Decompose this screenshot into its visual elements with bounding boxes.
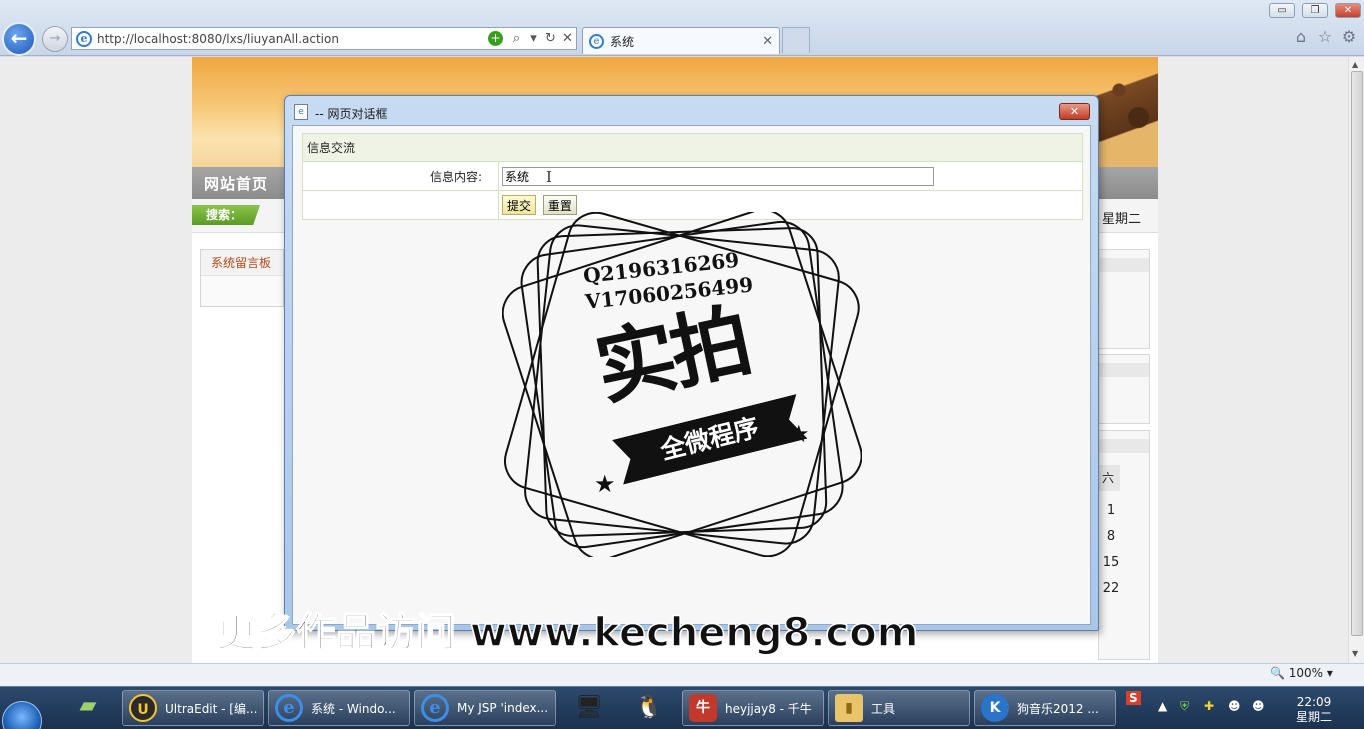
taskbar-item-label: My JSP 'index... bbox=[457, 701, 549, 715]
qianniu-icon: 牛 bbox=[689, 694, 717, 722]
message-form: 信息交流 信息内容: 提交 重置 bbox=[302, 133, 1083, 220]
add-icon[interactable]: + bbox=[488, 31, 503, 46]
caption-watermark: 更多作品访问 www.kecheng8.com bbox=[215, 609, 919, 657]
dialog-title: -- 网页对话框 bbox=[315, 107, 388, 121]
qq-icon[interactable]: 🐧 bbox=[632, 693, 666, 723]
text-cursor-icon: I bbox=[546, 168, 552, 186]
remote-desktop-icon[interactable]: 🖥 bbox=[572, 693, 606, 723]
content-row: 信息内容: bbox=[302, 161, 1083, 191]
clock-time: 22:09 bbox=[1296, 695, 1332, 709]
search-label: 搜索： bbox=[192, 205, 260, 225]
calendar-date[interactable]: 22 bbox=[1096, 581, 1126, 596]
ie-tab-icon: e bbox=[589, 33, 604, 49]
scroll-up-icon[interactable]: ▲ bbox=[1352, 60, 1358, 69]
dialog-close-button[interactable]: ✕ bbox=[1059, 103, 1090, 120]
taskbar-item-label: UltraEdit - [编... bbox=[165, 701, 258, 716]
close-tab-icon[interactable]: ✕ bbox=[762, 34, 773, 49]
gear-icon[interactable]: ⚙ bbox=[1340, 28, 1358, 46]
qq-tray-icon[interactable]: ☻ bbox=[1228, 699, 1241, 713]
home-icon[interactable]: ⌂ bbox=[1292, 28, 1310, 46]
taskbar-item-label: heyjjay8 - 千牛 bbox=[725, 701, 812, 716]
url-text[interactable]: http://localhost:8080/lxs/liuyanAll.acti… bbox=[97, 32, 488, 46]
address-bar[interactable]: e http://localhost:8080/lxs/liuyanAll.ac… bbox=[71, 27, 577, 50]
ie-page-icon: e bbox=[76, 30, 92, 47]
weekday-text: 星期二 bbox=[1102, 212, 1142, 227]
calendar-date[interactable]: 15 bbox=[1096, 555, 1126, 570]
sogou-ime-icon[interactable]: S bbox=[1126, 691, 1141, 705]
vertical-scrollbar[interactable]: ▲ ▼ bbox=[1348, 57, 1364, 663]
arrow-left-icon: ← bbox=[10, 26, 28, 50]
button-row-spacer bbox=[302, 190, 499, 220]
dialog-page-icon: e bbox=[294, 104, 308, 120]
ie-icon: e bbox=[275, 694, 303, 722]
stop-icon[interactable]: ✕ bbox=[559, 31, 576, 46]
scroll-down-icon[interactable]: ▼ bbox=[1352, 649, 1358, 658]
clock[interactable]: 22:09 星期二 bbox=[1296, 695, 1332, 725]
favorites-star-icon[interactable]: ☆ bbox=[1316, 28, 1334, 46]
form-header: 信息交流 bbox=[302, 133, 1083, 162]
taskbar: ▰ U UltraEdit - [编... e 系统 - Windo... e … bbox=[0, 686, 1364, 729]
nav-home-link[interactable]: 网站首页 bbox=[204, 173, 268, 194]
tab-title: 系统 bbox=[610, 34, 635, 49]
window-maximize-button[interactable]: ❐ bbox=[1302, 3, 1328, 18]
arrow-right-icon: → bbox=[49, 31, 61, 46]
right-panel-1 bbox=[1098, 249, 1150, 349]
show-hidden-icons-icon[interactable]: ▲ bbox=[1158, 699, 1167, 713]
forward-button[interactable]: → bbox=[42, 26, 68, 52]
calendar-date[interactable]: 1 bbox=[1096, 503, 1126, 518]
show-desktop-icon[interactable]: ▰ bbox=[70, 693, 106, 723]
watermark-stamp: Q2196316269 V17060256499 实拍 全微程序 ★ ★ bbox=[502, 212, 862, 557]
taskbar-item-label: 狗音乐2012 ... bbox=[1017, 701, 1099, 716]
taskbar-item-label: 工具 bbox=[871, 701, 896, 716]
clock-day: 星期二 bbox=[1296, 710, 1333, 724]
ultraedit-icon: U bbox=[129, 694, 157, 722]
content-label: 信息内容: bbox=[302, 161, 499, 191]
taskbar-item-kugou[interactable]: K 狗音乐2012 ... bbox=[974, 690, 1116, 726]
message-board-title[interactable]: 系统留言板 bbox=[201, 250, 283, 276]
taskbar-item-ultraedit[interactable]: U UltraEdit - [编... bbox=[122, 690, 264, 726]
kugou-icon: K bbox=[981, 694, 1009, 722]
taskbar-item-folder[interactable]: ▮ 工具 bbox=[828, 690, 970, 726]
browser-chrome: ▭ ❐ ✕ ← → e http://localhost:8080/lxs/li… bbox=[0, 0, 1364, 56]
zoom-value: 100% bbox=[1288, 666, 1324, 680]
calendar-date[interactable]: 8 bbox=[1096, 529, 1126, 544]
calendar-saturday-header: 六 bbox=[1096, 465, 1120, 491]
taskbar-item-qianniu[interactable]: 牛 heyjjay8 - 千牛 bbox=[682, 690, 824, 726]
security-shield-icon[interactable]: ⛨ bbox=[1180, 699, 1189, 714]
scrollbar-thumb[interactable] bbox=[1351, 71, 1363, 636]
status-bar bbox=[0, 663, 1364, 686]
refresh-icon[interactable]: ↻ bbox=[542, 31, 559, 46]
message-board-box: 系统留言板 bbox=[200, 249, 284, 307]
content-input-cell bbox=[498, 161, 1083, 191]
qq-tray-icon-2[interactable]: ☻ bbox=[1252, 699, 1265, 713]
star-icon: ★ bbox=[594, 470, 616, 498]
ie-icon: e bbox=[421, 694, 449, 722]
start-button[interactable] bbox=[2, 701, 42, 729]
taskbar-item-label: 系统 - Windo... bbox=[311, 701, 396, 716]
system-tray: S ▲ ⛨ ✚ ☻ ☻ bbox=[1126, 687, 1364, 729]
back-button[interactable]: ← bbox=[2, 22, 36, 56]
window-close-button[interactable]: ✕ bbox=[1335, 3, 1361, 18]
star-icon: ★ bbox=[788, 420, 810, 448]
search-icon[interactable]: ⌕ bbox=[508, 31, 525, 46]
plus-tray-icon[interactable]: ✚ bbox=[1204, 699, 1214, 713]
tab-system[interactable]: e 系统 ✕ bbox=[582, 27, 780, 54]
taskbar-item-ie-jsp[interactable]: e My JSP 'index... bbox=[414, 690, 556, 726]
folder-icon: ▮ bbox=[835, 694, 863, 722]
dropdown-icon[interactable]: ▾ bbox=[525, 31, 542, 46]
form-header-row: 信息交流 bbox=[302, 133, 1083, 162]
right-panel-2 bbox=[1098, 354, 1150, 424]
zoom-level[interactable]: 🔍 100% ▾ bbox=[1270, 666, 1333, 680]
content-input[interactable] bbox=[502, 166, 934, 186]
window-minimize-button[interactable]: ▭ bbox=[1269, 3, 1295, 18]
new-tab-button[interactable] bbox=[782, 27, 810, 53]
taskbar-item-ie-system[interactable]: e 系统 - Windo... bbox=[268, 690, 410, 726]
